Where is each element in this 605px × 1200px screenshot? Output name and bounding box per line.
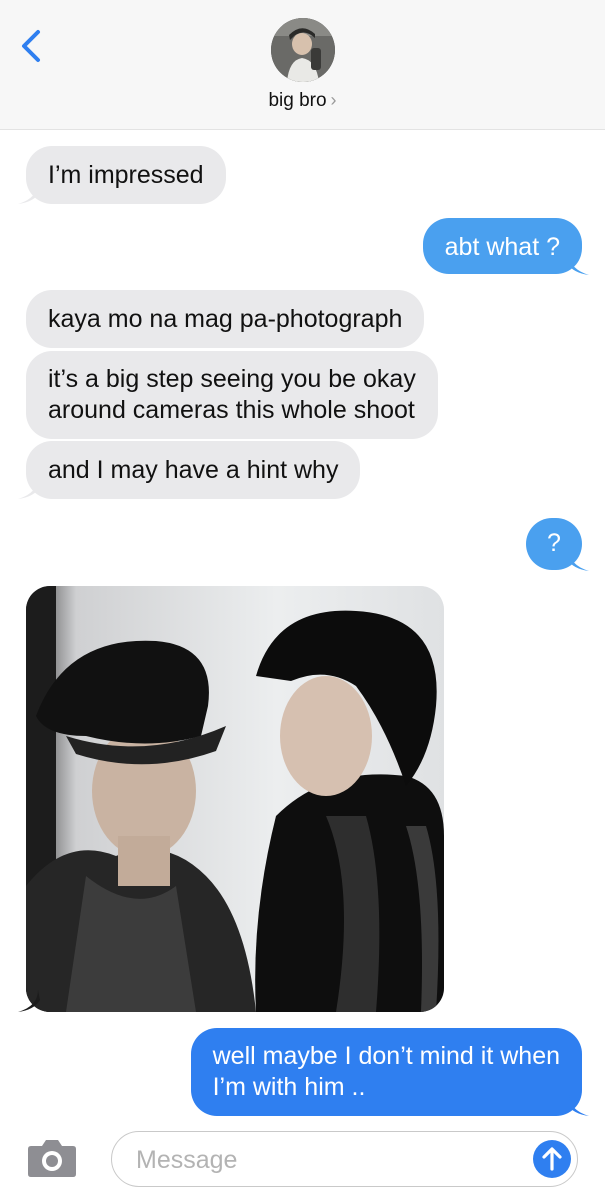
- message-bubble-incoming[interactable]: it’s a big step seeing you be okay aroun…: [26, 351, 438, 439]
- chevron-right-icon: ›: [330, 90, 337, 110]
- bubble-tail: [567, 253, 589, 275]
- bubble-tail: [567, 549, 589, 571]
- photo-image: [26, 586, 444, 1012]
- message-text-line: I’m with him ..: [212, 1073, 366, 1101]
- contact-name-button[interactable]: big bro ›: [0, 90, 605, 112]
- message-text: and I may have a hint why: [48, 456, 339, 484]
- message-text: kaya mo na mag pa-photograph: [48, 305, 403, 333]
- message-bubble-outgoing[interactable]: abt what ?: [422, 218, 582, 274]
- message-text-line: it’s a big step seeing you be okay: [48, 365, 416, 393]
- message-input[interactable]: [134, 1142, 518, 1178]
- arrow-up-icon: [542, 1147, 562, 1171]
- camera-icon: [28, 1140, 76, 1177]
- message-bubble-incoming[interactable]: kaya mo na mag pa-photograph: [26, 290, 425, 348]
- photo-attachment[interactable]: [26, 586, 444, 1012]
- message-bubble-incoming[interactable]: I’m impressed: [26, 146, 226, 204]
- message-bubble-outgoing[interactable]: well maybe I don’t mind it when I’m with…: [190, 1028, 582, 1116]
- bubble-tail: [567, 1094, 589, 1116]
- message-input-container[interactable]: [111, 1131, 578, 1187]
- camera-button[interactable]: [27, 1136, 77, 1178]
- bubble-tail: [18, 990, 40, 1012]
- message-text: I’m impressed: [48, 161, 204, 189]
- chevron-left-icon: [22, 30, 40, 62]
- send-button[interactable]: [533, 1140, 571, 1178]
- message-text-line: around cameras this whole shoot: [48, 396, 415, 424]
- message-text: abt what ?: [444, 233, 560, 261]
- message-text-line: well maybe I don’t mind it when: [212, 1042, 560, 1070]
- bubble-tail: [18, 477, 40, 499]
- message-bubble-incoming[interactable]: and I may have a hint why: [26, 441, 361, 499]
- bubble-tail: [18, 182, 40, 204]
- back-button[interactable]: [16, 26, 50, 66]
- contact-name: big bro: [268, 90, 327, 111]
- avatar[interactable]: [271, 18, 335, 82]
- conversation-header: big bro ›: [0, 0, 605, 130]
- message-text: ?: [547, 529, 561, 557]
